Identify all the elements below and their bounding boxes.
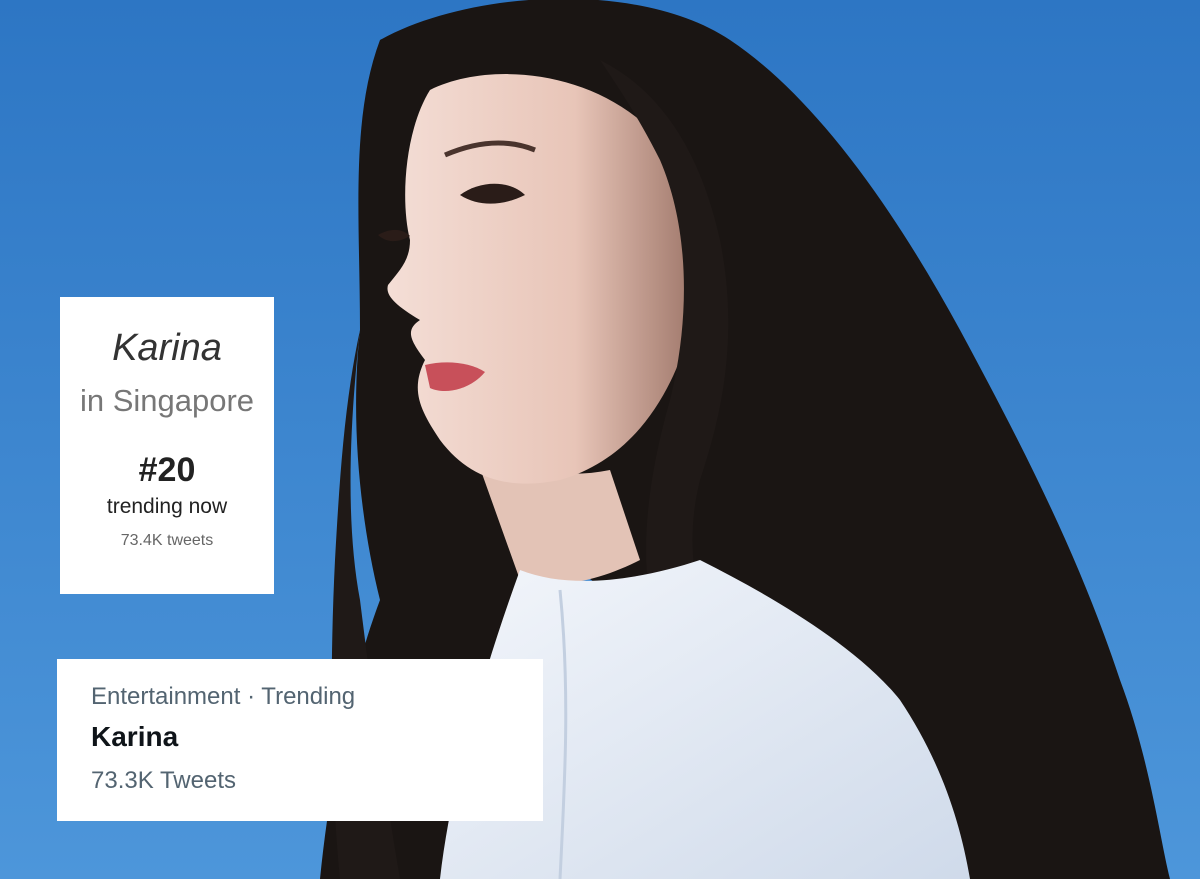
trend-rank: #20 [138, 451, 196, 489]
trend-name: Karina [91, 721, 179, 752]
trend-context: Entertainment · Trending [91, 683, 356, 710]
twitter-trend-item[interactable]: Entertainment · Trending Karina 73.3K Tw… [57, 659, 543, 821]
trend-status: trending now [106, 495, 228, 518]
trend-tweet-count: 73.4K tweets [120, 532, 214, 549]
trend-location: in Singapore [79, 383, 255, 418]
trend-topic: Karina [112, 327, 222, 369]
trend-card-singapore: Karina in Singapore #20 trending now 73.… [60, 297, 274, 594]
trend-tweets: 73.3K Tweets [91, 767, 236, 794]
